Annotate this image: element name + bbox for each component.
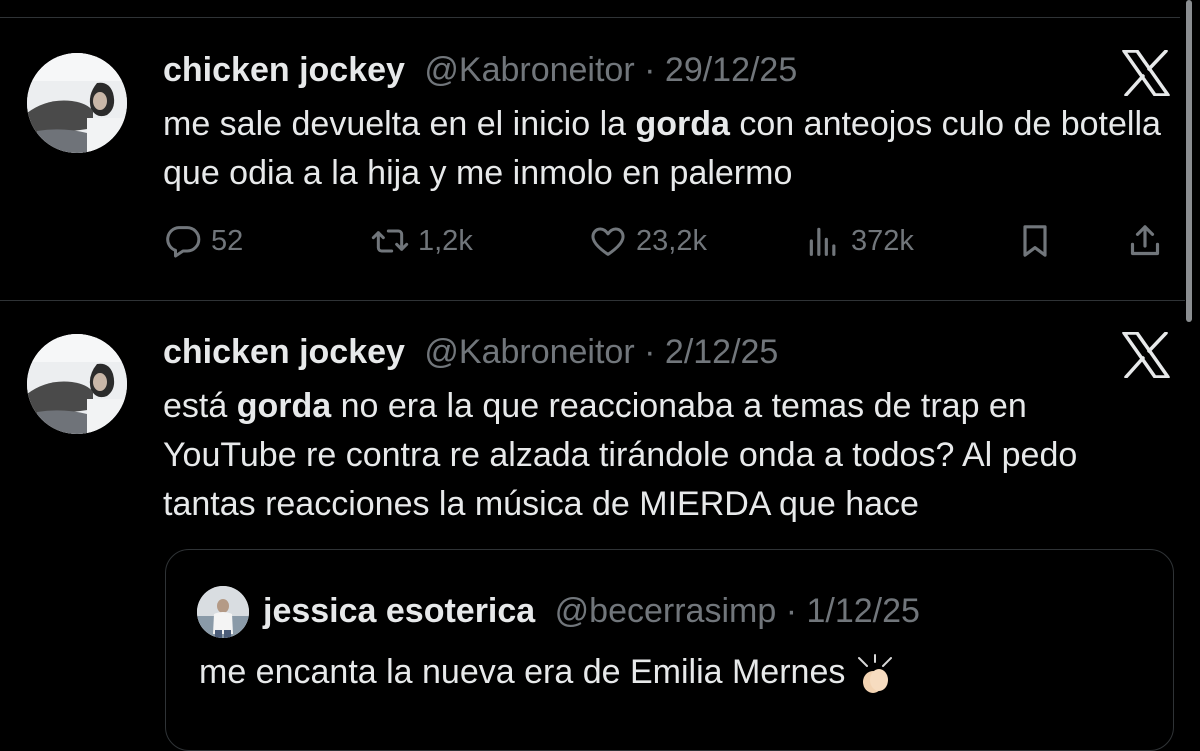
clapping-hands-emoji [857, 654, 892, 694]
tweet-actions: 52 1,2k 23,2k 372k [163, 220, 1173, 262]
tweet-date[interactable]: 29/12/25 [665, 51, 797, 89]
repost-count: 1,2k [418, 224, 473, 257]
tweet-text-part: me sale devuelta en el inicio la [163, 105, 636, 143]
quoted-display-name: jessica esoterica [263, 592, 536, 630]
user-handle[interactable]: @Kabroneitor [424, 51, 634, 89]
tweet-header: chicken jockey @Kabroneitor · 2/12/25 [163, 332, 778, 372]
display-name[interactable]: chicken jockey [163, 51, 405, 89]
x-logo-icon [1122, 50, 1170, 96]
bookmark-button[interactable] [1015, 220, 1063, 262]
views-icon [809, 227, 836, 256]
tweet-text-highlight: gorda [236, 387, 332, 425]
reply-count: 52 [211, 224, 244, 257]
views-button[interactable]: 372k [803, 220, 914, 262]
quoted-text: me encanta la nueva era de Emilia Mernes [199, 650, 895, 694]
like-count: 23,2k [636, 224, 707, 257]
scrollbar[interactable] [1186, 0, 1192, 322]
reply-button[interactable]: 52 [163, 220, 243, 262]
quoted-header: jessica esoterica @becerrasimp · 1/12/25 [263, 589, 920, 633]
tweet-text-part: está [163, 387, 237, 425]
display-name[interactable]: chicken jockey [163, 333, 405, 371]
repost-button[interactable]: 1,2k [370, 220, 473, 262]
x-logo-icon [1122, 332, 1170, 378]
user-handle[interactable]: @Kabroneitor [424, 333, 634, 371]
top-divider [0, 17, 1180, 18]
repost-icon [371, 229, 409, 253]
quoted-tweet[interactable]: jessica esoterica @becerrasimp · 1/12/25… [165, 549, 1174, 751]
avatar[interactable] [27, 53, 127, 153]
separator-dot: · [644, 51, 656, 89]
like-button[interactable]: 23,2k [588, 220, 707, 262]
quoted-handle: @becerrasimp [554, 592, 777, 630]
like-icon [591, 227, 625, 256]
tweet[interactable]: chicken jockey @Kabroneitor · 29/12/25 m… [0, 20, 1185, 301]
separator-dot: · [644, 333, 656, 371]
tweet[interactable]: chicken jockey @Kabroneitor · 2/12/25 es… [0, 302, 1185, 751]
quoted-date: 1/12/25 [806, 592, 920, 630]
reply-icon [166, 226, 201, 258]
quoted-avatar[interactable] [197, 586, 249, 638]
views-count: 372k [851, 224, 914, 257]
tweet-text-highlight: gorda [635, 105, 730, 143]
tweet-date[interactable]: 2/12/25 [665, 333, 778, 371]
avatar[interactable] [27, 334, 127, 434]
tweet-text: está gorda no era la que reaccionaba a t… [163, 382, 1163, 529]
tweet-header: chicken jockey @Kabroneitor · 29/12/25 [163, 50, 797, 90]
quoted-text-content: me encanta la nueva era de Emilia Mernes [199, 653, 846, 691]
share-button[interactable] [1125, 220, 1173, 262]
share-icon [1130, 225, 1160, 256]
separator-dot: · [785, 592, 798, 630]
tweet-text: me sale devuelta en el inicio la gorda c… [163, 100, 1163, 198]
bookmark-icon [1023, 225, 1047, 257]
